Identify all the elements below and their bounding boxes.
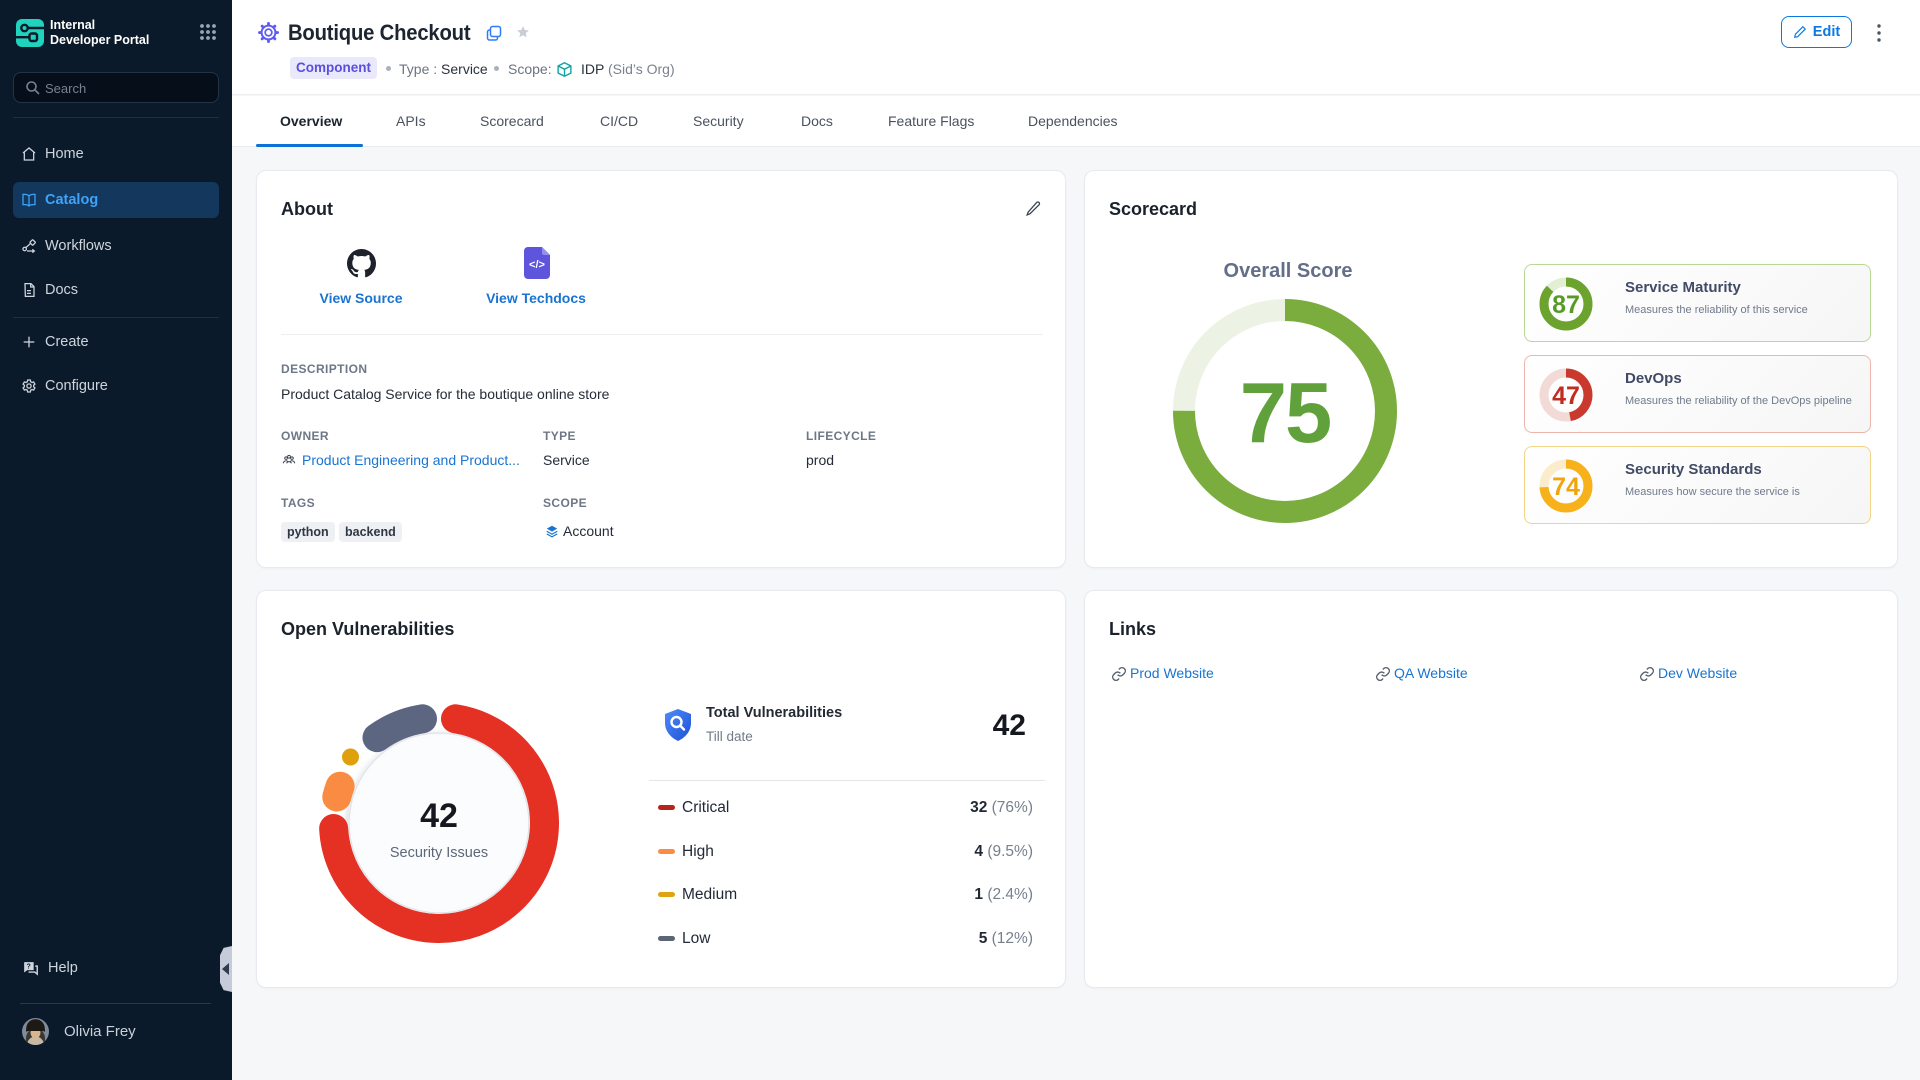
svg-text:47: 47 — [1552, 382, 1580, 410]
svg-text:74: 74 — [1552, 473, 1580, 501]
svg-text:87: 87 — [1552, 291, 1580, 319]
svg-text:75: 75 — [1240, 366, 1331, 461]
svg-text:?: ? — [27, 962, 31, 970]
svg-text:</>: </> — [529, 259, 545, 271]
svg-text:42: 42 — [420, 797, 458, 835]
svg-text:Security Issues: Security Issues — [390, 845, 488, 861]
